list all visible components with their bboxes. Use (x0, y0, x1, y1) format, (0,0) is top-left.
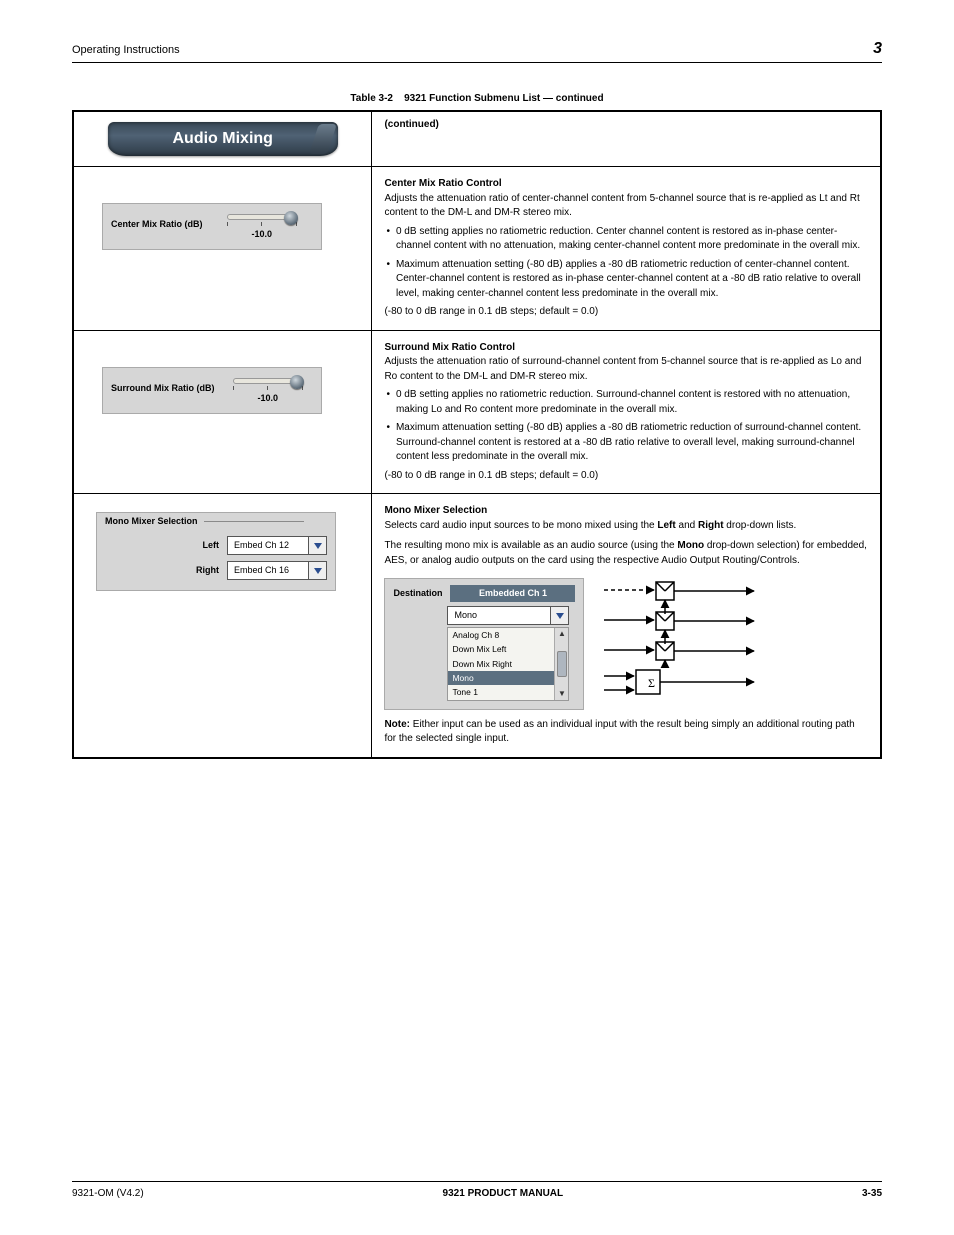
mono-mixer-group-title: Mono Mixer Selection (105, 515, 327, 528)
list-item[interactable]: Analog Ch 8 (448, 628, 554, 642)
mono-right-select[interactable]: Embed Ch 16 (227, 561, 327, 580)
surround-mix-panel: Surround Mix Ratio (dB) -10.0 (102, 367, 322, 414)
destination-label: Destination (393, 587, 442, 600)
note-label: Note: (384, 719, 410, 730)
page-header: Operating Instructions 3 (72, 40, 882, 63)
surround-mix-desc-head: Surround Mix Ratio Control (384, 342, 515, 353)
chevron-down-icon[interactable] (309, 561, 327, 580)
chevron-down-icon[interactable] (309, 536, 327, 555)
mono-left-value: Embed Ch 12 (227, 536, 309, 555)
list-item[interactable]: Down Mix Right (448, 657, 554, 671)
mono-mixer-desc-para1: Selects card audio input sources to be m… (384, 519, 868, 534)
mono-mixer-desc-head: Mono Mixer Selection (384, 505, 487, 516)
page-footer: 9321-OM (V4.2) 9321 PRODUCT MANUAL 3-35 (72, 1181, 882, 1199)
footer-right: 3-35 (862, 1188, 882, 1199)
mono-mix-diagram-icon: Σ (594, 578, 764, 698)
center-mix-desc-body: Adjusts the attenuation ratio of center-… (384, 192, 868, 221)
continued-label: (continued) (384, 119, 438, 130)
surround-mix-value: -10.0 (257, 392, 278, 405)
destination-select[interactable]: Mono (447, 606, 569, 625)
mono-left-label: Left (203, 539, 220, 552)
mono-right-value: Embed Ch 16 (227, 561, 309, 580)
mono-mixer-desc-cell: Mono Mixer Selection Selects card audio … (372, 494, 881, 758)
destination-options: Analog Ch 8 Down Mix Left Down Mix Right… (448, 628, 554, 700)
mono-mixer-desc-para2: The resulting mono mix is available as a… (384, 539, 868, 568)
table-caption-title: 9321 Function Submenu List — continued (404, 93, 603, 104)
center-mix-value: -10.0 (252, 228, 273, 241)
destination-title: Embedded Ch 1 (450, 585, 575, 602)
destination-header: Destination Embedded Ch 1 (393, 585, 575, 602)
center-mix-slider[interactable] (227, 214, 297, 220)
center-mix-control-cell: Center Mix Ratio (dB) -10.0 (73, 167, 372, 331)
destination-dropdown-list[interactable]: Analog Ch 8 Down Mix Left Down Mix Right… (447, 627, 569, 701)
surround-mix-desc-cell: Surround Mix Ratio Control Adjusts the a… (372, 330, 881, 494)
table-caption-prefix: Table 3-2 (350, 93, 393, 104)
tab-continued-cell: (continued) (372, 111, 881, 167)
audio-mixing-tab[interactable]: Audio Mixing (108, 122, 338, 156)
mono-left-select[interactable]: Embed Ch 12 (227, 536, 327, 555)
header-chapter-number: 3 (873, 40, 882, 58)
scroll-down-icon[interactable]: ▼ (558, 688, 566, 700)
slider-knob-icon[interactable] (290, 375, 304, 389)
center-mix-bullet-2: Maximum attenuation setting (-80 dB) app… (384, 258, 868, 302)
center-mix-desc-cell: Center Mix Ratio Control Adjusts the att… (372, 167, 881, 331)
note-body: Either input can be used as an individua… (384, 719, 854, 745)
surround-mix-range: (-80 to 0 dB range in 0.1 dB steps; defa… (384, 469, 868, 484)
scrollbar[interactable]: ▲ ▼ (554, 628, 568, 700)
center-mix-panel: Center Mix Ratio (dB) -10.0 (102, 203, 322, 250)
center-mix-desc-head: Center Mix Ratio Control (384, 178, 501, 189)
tab-cell: Audio Mixing (73, 111, 372, 167)
chevron-down-icon[interactable] (551, 606, 569, 625)
header-section-label: Operating Instructions (72, 44, 180, 56)
mono-right-label: Right (196, 564, 219, 577)
scroll-up-icon[interactable]: ▲ (558, 628, 566, 640)
list-item[interactable]: Tone 1 (448, 685, 554, 699)
surround-mix-desc-body: Adjusts the attenuation ratio of surroun… (384, 355, 868, 384)
scroll-thumb[interactable] (557, 651, 567, 677)
destination-select-row: Mono (447, 606, 575, 625)
slider-knob-icon[interactable] (284, 211, 298, 225)
mono-mixer-group: Mono Mixer Selection Left Embed Ch 12 Ri… (96, 512, 336, 591)
surround-mix-slider-body: -10.0 (223, 378, 314, 405)
surround-mix-slider[interactable] (233, 378, 303, 384)
center-mix-range: (-80 to 0 dB range in 0.1 dB steps; defa… (384, 305, 868, 320)
surround-mix-bullet-1: 0 dB setting applies no ratiometric redu… (384, 388, 868, 417)
center-mix-bullet-1: 0 dB setting applies no ratiometric redu… (384, 225, 868, 254)
mono-mixer-control-cell: Mono Mixer Selection Left Embed Ch 12 Ri… (73, 494, 372, 758)
surround-mix-control-cell: Surround Mix Ratio (dB) -10.0 (73, 330, 372, 494)
svg-text:Σ: Σ (648, 676, 655, 690)
mono-mixer-note: Note: Either input can be used as an ind… (384, 718, 868, 747)
center-mix-slider-body: -10.0 (211, 214, 313, 241)
mono-left-row: Left Embed Ch 12 (105, 536, 327, 555)
audio-mixing-tab-label: Audio Mixing (173, 127, 273, 150)
footer-mid: 9321 PRODUCT MANUAL (144, 1188, 862, 1199)
destination-example: Destination Embedded Ch 1 Mono Analog Ch (384, 578, 868, 710)
surround-mix-label: Surround Mix Ratio (dB) (111, 378, 215, 395)
surround-mix-bullet-2: Maximum attenuation setting (-80 dB) app… (384, 421, 868, 465)
table-caption: Table 3-2 9321 Function Submenu List — c… (72, 93, 882, 104)
destination-panel: Destination Embedded Ch 1 Mono Analog Ch (384, 578, 584, 710)
footer-left: 9321-OM (V4.2) (72, 1188, 144, 1199)
center-mix-label: Center Mix Ratio (dB) (111, 214, 203, 231)
page: Operating Instructions 3 Table 3-2 9321 … (0, 0, 954, 1235)
function-table: Audio Mixing (continued) Center Mix Rati… (72, 110, 882, 759)
mono-right-row: Right Embed Ch 16 (105, 561, 327, 580)
list-item[interactable]: Down Mix Left (448, 642, 554, 656)
destination-selected-value: Mono (447, 606, 551, 625)
list-item-selected[interactable]: Mono (448, 671, 554, 685)
